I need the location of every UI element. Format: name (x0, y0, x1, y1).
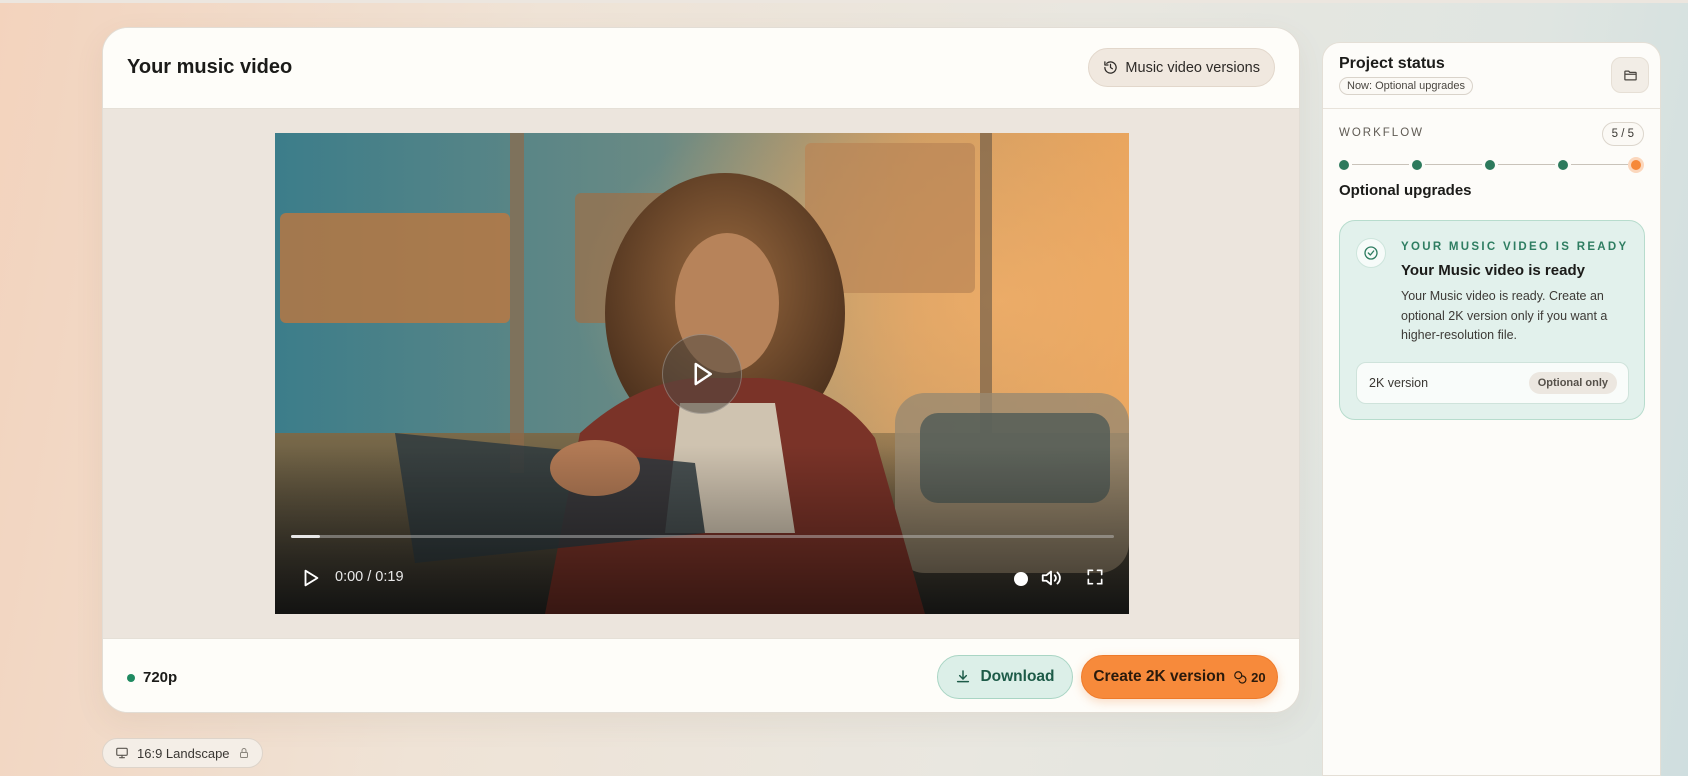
progress-fill (291, 535, 320, 538)
ready-title: Your Music video is ready (1401, 262, 1585, 279)
credit-amount: 20 (1251, 669, 1266, 685)
video-player[interactable]: 0:00 / 0:19 (275, 133, 1129, 614)
video-stage: 0:00 / 0:19 (103, 109, 1299, 638)
workflow-stepper (1339, 155, 1645, 175)
ready-eyebrow: YOUR MUSIC VIDEO IS READY (1401, 241, 1629, 253)
download-label: Download (980, 668, 1055, 685)
workflow-connector (1571, 164, 1628, 165)
versions-label: Music video versions (1125, 59, 1260, 76)
play-icon[interactable] (300, 567, 322, 589)
play-icon (694, 362, 712, 386)
workflow-connector (1425, 164, 1482, 165)
fullscreen-icon[interactable] (1085, 567, 1105, 587)
workflow-step-done (1339, 160, 1349, 170)
volume-icon[interactable] (1040, 567, 1062, 589)
workflow-step-current (1628, 157, 1644, 173)
lock-icon (239, 748, 248, 758)
aspect-ratio-chip: 16:9 Landscape (102, 738, 263, 768)
resolution-status-dot (127, 674, 135, 682)
current-step-name: Optional upgrades (1339, 182, 1472, 199)
music-video-card: Your music video Music video versions 0:… (102, 27, 1300, 713)
card-footer: 720p Download Create 2K version 20 (103, 638, 1299, 712)
ready-description: Your Music video is ready. Create an opt… (1401, 289, 1608, 342)
workflow-step-done (1558, 160, 1568, 170)
page-title: Your music video (127, 56, 293, 78)
top-edge (0, 0, 1688, 3)
current-stage-badge: Now: Optional upgrades (1339, 77, 1474, 95)
time-display: 0:00 / 0:19 (335, 569, 404, 585)
download-icon (957, 670, 970, 683)
open-project-button[interactable] (1611, 57, 1649, 93)
play-overlay-button[interactable] (662, 334, 742, 414)
credit-cost: 20 (1233, 669, 1266, 685)
create-label: Create 2K version (1093, 668, 1226, 685)
workflow-step-done (1412, 160, 1422, 170)
project-status-panel: Project status Now: Optional upgrades WO… (1322, 42, 1661, 776)
monitor-icon (116, 747, 128, 759)
option-name: 2K version (1369, 376, 1429, 390)
workflow-count: 5 / 5 (1601, 122, 1644, 146)
workflow-step-done (1485, 160, 1495, 170)
optional-only-badge: Optional only (1528, 372, 1617, 394)
progress-bar[interactable] (291, 535, 1114, 538)
check-circle-icon (1364, 246, 1378, 260)
video-ready-card: YOUR MUSIC VIDEO IS READY Your Music vid… (1339, 220, 1645, 420)
workflow-connector (1498, 164, 1555, 165)
history-icon (1104, 61, 1118, 74)
create-2k-version-button[interactable]: Create 2K version 20 (1081, 655, 1278, 699)
aspect-label: 16:9 Landscape (137, 745, 230, 761)
project-status-header: Project status Now: Optional upgrades (1323, 43, 1660, 109)
download-button[interactable]: Download (937, 655, 1073, 699)
check-circle-badge (1356, 238, 1386, 268)
option-2k-version: 2K version Optional only (1356, 362, 1629, 404)
folder-icon (1623, 70, 1637, 80)
music-video-versions-button[interactable]: Music video versions (1088, 48, 1275, 87)
coins-icon (1234, 671, 1247, 684)
workflow-label: WORKFLOW (1339, 127, 1424, 139)
card-header: Your music video Music video versions (103, 28, 1299, 109)
workflow-connector (1352, 164, 1409, 165)
volume-slider-knob[interactable] (1014, 572, 1028, 586)
project-status-title: Project status (1339, 55, 1445, 72)
resolution-label: 720p (143, 669, 178, 686)
